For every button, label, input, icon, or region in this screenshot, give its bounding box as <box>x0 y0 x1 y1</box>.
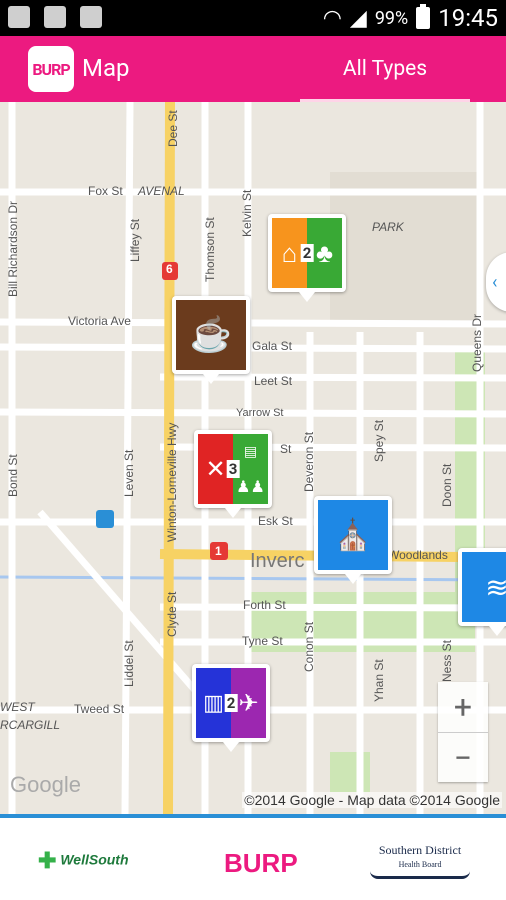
battery-icon <box>416 4 431 29</box>
app-bar: BURP Map All Types <box>0 36 506 102</box>
street-label: Thomson St <box>203 217 217 282</box>
image-icon <box>44 6 66 28</box>
street-label: Deveron St <box>302 431 316 492</box>
street-label: Leven St <box>122 449 136 497</box>
marker-cafe[interactable]: ☕ <box>172 296 250 384</box>
system-icons: ◠ ◢ 99% 19:45 <box>323 4 498 32</box>
app-notification-icon <box>80 6 102 28</box>
suburb-label: WEST <box>0 700 35 714</box>
street-label: Gala St <box>252 339 293 353</box>
area-label: PARK <box>372 220 404 234</box>
street-label: Liffey St <box>128 218 142 262</box>
street-label: Liddel St <box>122 640 136 687</box>
street-label: Doon St <box>440 463 454 507</box>
filter-types-tab[interactable]: All Types <box>300 36 470 102</box>
marker-restaurant-library-family-cluster[interactable]: ✕ ▤ ♟♟ 3 <box>194 430 272 518</box>
street-label: Tweed St <box>74 702 125 716</box>
highway-shield-6: 6 <box>166 262 173 276</box>
burp-footer-logo[interactable]: BURP <box>224 848 298 879</box>
coffee-cup-icon: ☕ <box>176 300 246 370</box>
signal-icon: ◢ <box>349 5 367 31</box>
plus-icon: ✚ <box>38 848 57 873</box>
clock: 19:45 <box>438 4 498 32</box>
status-bar: ◠ ◢ 99% 19:45 <box>0 0 506 36</box>
cluster-count: 2 <box>224 694 238 712</box>
wave-icon <box>370 871 470 879</box>
swimmer-icon: ≋ <box>462 552 506 622</box>
marker-shop-airport-cluster[interactable]: ▥ ✈ 2 <box>192 664 270 752</box>
street-label: Yhan St <box>372 659 386 702</box>
burp-logo-text: BURP <box>32 59 70 79</box>
church-icon: ⛪ <box>318 500 388 570</box>
wellsouth-text: WellSouth <box>60 851 129 868</box>
marker-church[interactable]: ⛪ <box>314 496 392 584</box>
street-label: Leet St <box>254 374 293 388</box>
street-label: Winton-Lorneville Hwy <box>165 422 179 542</box>
street-label: Yarrow St <box>236 407 284 419</box>
sdhb-line2: Health Board <box>398 860 442 869</box>
map-attribution[interactable]: ©2014 Google - Map data ©2014 Google <box>242 792 502 808</box>
street-label: Bond St <box>6 454 20 497</box>
zoom-out-button[interactable]: − <box>438 732 488 782</box>
street-label: Esk St <box>258 514 293 528</box>
street-label: Conon St <box>302 621 316 672</box>
zoom-controls: + − <box>438 682 488 782</box>
wifi-icon: ◠ <box>322 5 342 31</box>
sd-card-icon <box>8 6 30 28</box>
street-label: Ness St <box>440 639 454 682</box>
sponsor-footer: ✚ WellSouth BURP Southern District Healt… <box>0 814 506 900</box>
chevron-left-icon: ‹ <box>492 271 498 293</box>
street-label: Woodlands <box>388 548 448 562</box>
marker-heritage-park-cluster[interactable]: ⌂ ♣ 2 <box>268 214 346 302</box>
highway-shield-1: 1 <box>215 544 222 558</box>
battery-percent: 99% <box>374 7 409 29</box>
street-label: Queens Dr <box>470 313 484 372</box>
street-label: Victoria Ave <box>68 314 131 328</box>
google-logo: Google <box>10 772 81 797</box>
suburb-label: RCARGILL <box>0 718 61 732</box>
street-label: Spey St <box>372 419 386 462</box>
marker-swimming-pool[interactable]: ≋ <box>458 548 506 636</box>
street-label: Clyde St <box>165 591 179 637</box>
sdhb-logo[interactable]: Southern District Health Board <box>370 844 470 879</box>
sdhb-line1: Southern District <box>378 843 462 857</box>
page-title: Map <box>82 54 130 82</box>
map-view[interactable]: 6 1 Fox St AVENAL Victoria Ave Gala St L… <box>0 102 506 814</box>
cluster-count: 3 <box>226 460 240 478</box>
street-label: Kelvin St <box>240 189 254 237</box>
wellsouth-logo[interactable]: ✚ WellSouth <box>38 848 129 874</box>
notification-icons <box>8 6 102 28</box>
street-label: Forth St <box>243 598 286 612</box>
street-label: St <box>280 442 292 456</box>
zoom-in-button[interactable]: + <box>438 682 488 732</box>
cluster-count: 2 <box>300 244 314 262</box>
street-label: Bill Richardson Dr <box>6 200 20 297</box>
burp-logo[interactable]: BURP <box>28 46 74 92</box>
street-label: Fox St <box>88 184 123 198</box>
street-label: Tyne St <box>242 634 283 648</box>
city-label: Inverc <box>250 550 305 572</box>
street-label: Dee St <box>166 110 180 147</box>
suburb-label: AVENAL <box>138 184 185 198</box>
